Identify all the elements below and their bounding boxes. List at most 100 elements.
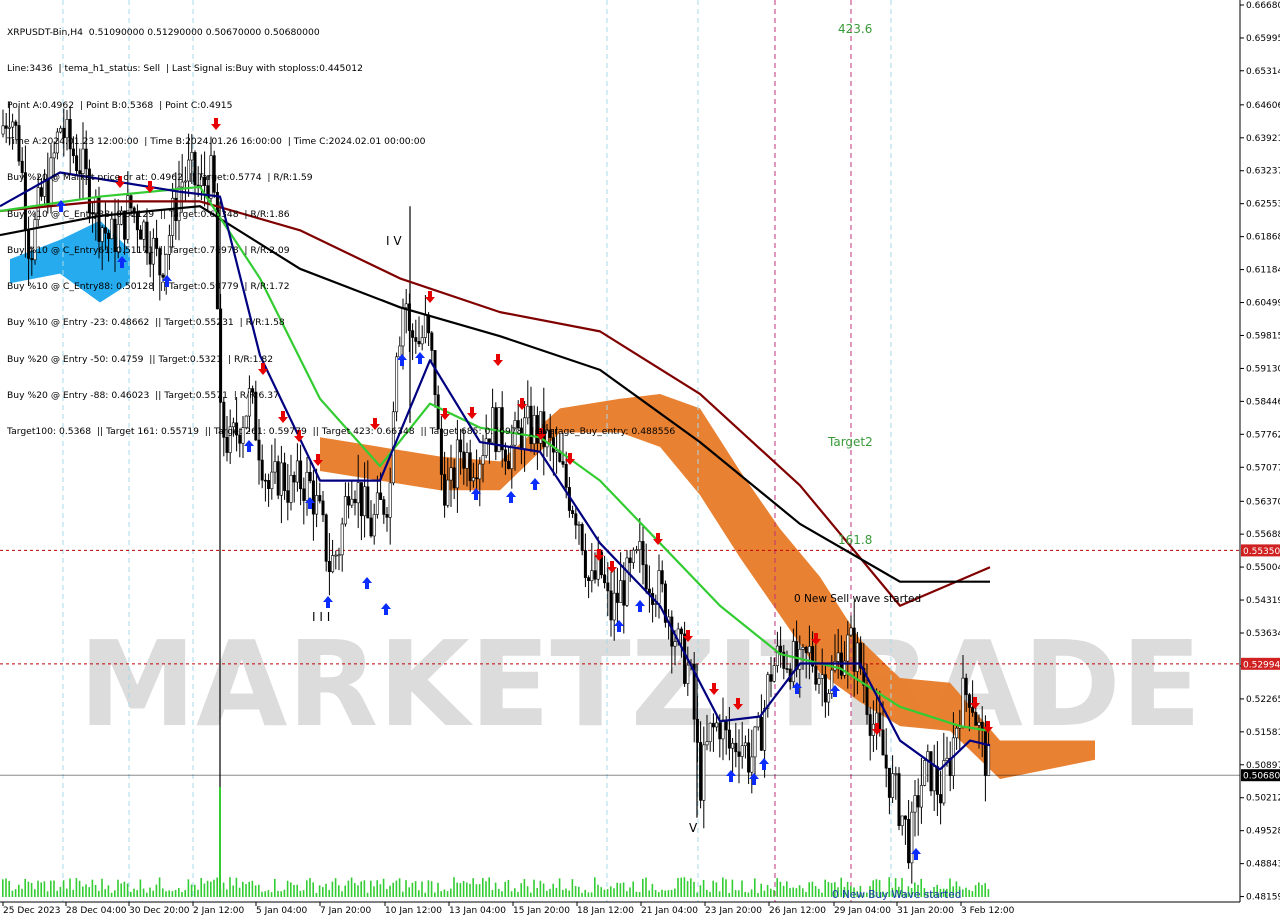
volume-bar (264, 891, 266, 897)
candle-body (731, 742, 735, 749)
y-tick-label: 0.61868 (1246, 233, 1280, 243)
y-tick-label: 0.64606 (1246, 101, 1280, 111)
price-tag-label: 0.55350 (1243, 547, 1280, 557)
candle-body (916, 795, 920, 808)
volume-bar (539, 880, 542, 897)
candle-body (711, 722, 715, 728)
candle-body (683, 633, 687, 684)
candle-body (353, 498, 357, 504)
candle-body (747, 742, 751, 773)
x-tick-label: 15 Jan 20:00 (513, 906, 570, 916)
wave-mark-iii: I I I (312, 610, 330, 624)
x-tick-label: 21 Jan 04:00 (641, 906, 698, 916)
volume-bar (568, 890, 570, 897)
volume-bar (8, 880, 10, 897)
level-161-label: 161.8 (838, 533, 872, 547)
volume-bar (798, 885, 801, 897)
candle-body (283, 462, 287, 491)
volume-bar (43, 881, 46, 897)
candle-body (308, 471, 312, 482)
volume-bar (312, 882, 314, 897)
volume-bar (978, 882, 980, 897)
y-tick-label: 0.63237 (1246, 167, 1280, 177)
volume-bar (139, 879, 142, 897)
candle-body (590, 570, 594, 582)
volume-bar (418, 890, 420, 897)
candle-body (753, 726, 757, 758)
volume-bar (962, 889, 964, 897)
volume-bar (629, 887, 631, 897)
volume-bar (40, 882, 42, 897)
candle-body (363, 486, 367, 517)
volume-bar (104, 889, 106, 897)
volume-bar (286, 880, 289, 897)
wave-mark-v: V (689, 821, 698, 835)
candle-body (967, 694, 971, 708)
candle-body (318, 495, 322, 502)
info-line-entry-88: Buy %20 @ Entry -88: 0.46023 || Target:0… (7, 390, 279, 401)
volume-bar (530, 892, 532, 897)
candle-body (734, 742, 738, 753)
candle-body (311, 480, 315, 515)
volume-bar (203, 883, 206, 897)
volume-bar (741, 880, 743, 897)
volume-bar (277, 890, 279, 897)
info-line-entry-c88: Buy %10 @ C_Entry88: 0.50128 || Target:0… (7, 281, 290, 293)
volume-bar (664, 890, 666, 897)
volume-bar (494, 882, 497, 897)
volume-bar (472, 878, 474, 897)
x-tick-label: 2 Jan 12:00 (193, 906, 245, 916)
volume-bar (318, 885, 321, 897)
candle-body (977, 722, 981, 726)
volume-bar (200, 878, 202, 897)
candle-body (964, 677, 968, 696)
volume-bar (408, 887, 410, 897)
candle-body (603, 574, 607, 584)
volume-bar (606, 889, 609, 897)
candle-body (622, 580, 626, 606)
volume-bar (462, 881, 465, 897)
candle-body (343, 496, 347, 525)
volume-bar (213, 879, 215, 897)
time-axis: 25 Dec 2023 28 Dec 04:00 30 Dec 20:00 2 Jan… (0, 901, 1240, 916)
volume-bar (795, 888, 798, 897)
volume-bar (600, 887, 602, 897)
volume-bar (597, 884, 599, 897)
x-tick-label: 26 Jan 12:00 (769, 906, 826, 916)
candle-body (628, 557, 632, 564)
candle-body (775, 645, 779, 666)
info-line-entry-23: Buy %10 @ Entry -23: 0.48662 || Target:0… (7, 317, 285, 329)
volume-bar (222, 882, 225, 897)
x-tick-label: 18 Jan 12:00 (577, 906, 634, 916)
volume-bar (334, 878, 337, 897)
volume-bar (440, 891, 442, 897)
volume-bar (491, 889, 494, 897)
price-axis: 0.66680 0.65995 0.65314 0.64606 0.63921 0.632… (1239, 0, 1280, 903)
watermark: MARKETZITRADE (79, 615, 1202, 753)
volume-bar (638, 892, 641, 897)
volume-bar (610, 886, 612, 897)
volume-bar (149, 887, 151, 897)
volume-bar (152, 890, 154, 897)
volume-bar (232, 885, 234, 897)
volume-bar (133, 888, 135, 897)
candle-body (299, 460, 303, 490)
volume-bar (514, 888, 516, 897)
volume-bar (533, 879, 535, 897)
candle-body (823, 674, 827, 703)
candle-body (881, 729, 885, 756)
candle-body (564, 464, 568, 488)
volume-bar (757, 892, 759, 897)
candle-body (295, 460, 299, 483)
candle-body (737, 751, 741, 757)
volume-bar (754, 878, 756, 897)
volume-bar (130, 891, 132, 897)
volume-bar (779, 881, 782, 897)
candle-body (827, 693, 831, 703)
candle-body (836, 652, 840, 662)
y-tick-label: 0.54319 (1246, 596, 1280, 606)
y-tick-label: 0.56370 (1246, 497, 1280, 507)
volume-bar (984, 883, 986, 897)
candle-body (657, 570, 661, 604)
volume-bar (424, 892, 426, 897)
